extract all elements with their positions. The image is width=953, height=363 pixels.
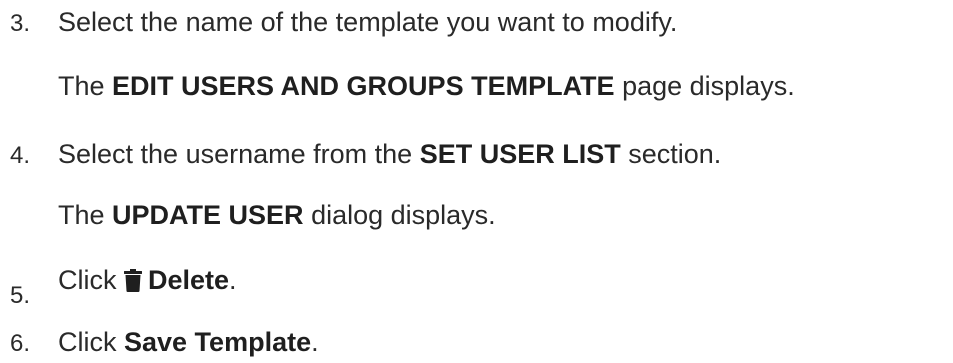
step-instruction: Click Delete.	[58, 264, 237, 299]
dialog-name: UPDATE USER	[112, 200, 304, 230]
trash-icon	[124, 267, 142, 299]
section-name: SET USER LIST	[419, 139, 621, 169]
result-suffix: page displays.	[614, 71, 795, 101]
step-6: 6. Click Save Template.	[0, 326, 953, 358]
step-4: 4. Select the username from the SET USER…	[0, 138, 953, 170]
step-5: 5. Click Delete.	[0, 264, 953, 309]
step-3-result: The EDIT USERS AND GROUPS TEMPLATE page …	[58, 70, 795, 102]
instruction-suffix: section.	[620, 139, 722, 169]
instruction-prefix: Select the username from the	[58, 139, 420, 169]
save-template-label: Save Template	[124, 327, 312, 357]
step-4-result: The UPDATE USER dialog displays.	[58, 199, 496, 231]
instruction-prefix: Click	[58, 265, 124, 295]
step-instruction: Select the name of the template you want…	[58, 7, 678, 37]
result-prefix: The	[58, 200, 113, 230]
step-instruction: Select the username from the SET USER LI…	[58, 138, 721, 170]
result-suffix: dialog displays.	[303, 200, 496, 230]
step-number: 6.	[10, 330, 31, 357]
instruction-suffix: .	[229, 265, 237, 295]
step-3: 3. Select the name of the template you w…	[0, 6, 953, 38]
step-number: 4.	[10, 142, 31, 169]
delete-label: Delete	[148, 265, 230, 295]
instruction-prefix: Click	[58, 327, 124, 357]
step-instruction: Click Save Template.	[58, 326, 319, 358]
step-number: 5.	[10, 282, 31, 309]
result-prefix: The	[58, 71, 113, 101]
instruction-suffix: .	[311, 327, 319, 357]
page-name: EDIT USERS AND GROUPS TEMPLATE	[112, 71, 615, 101]
step-number: 3.	[10, 10, 31, 37]
